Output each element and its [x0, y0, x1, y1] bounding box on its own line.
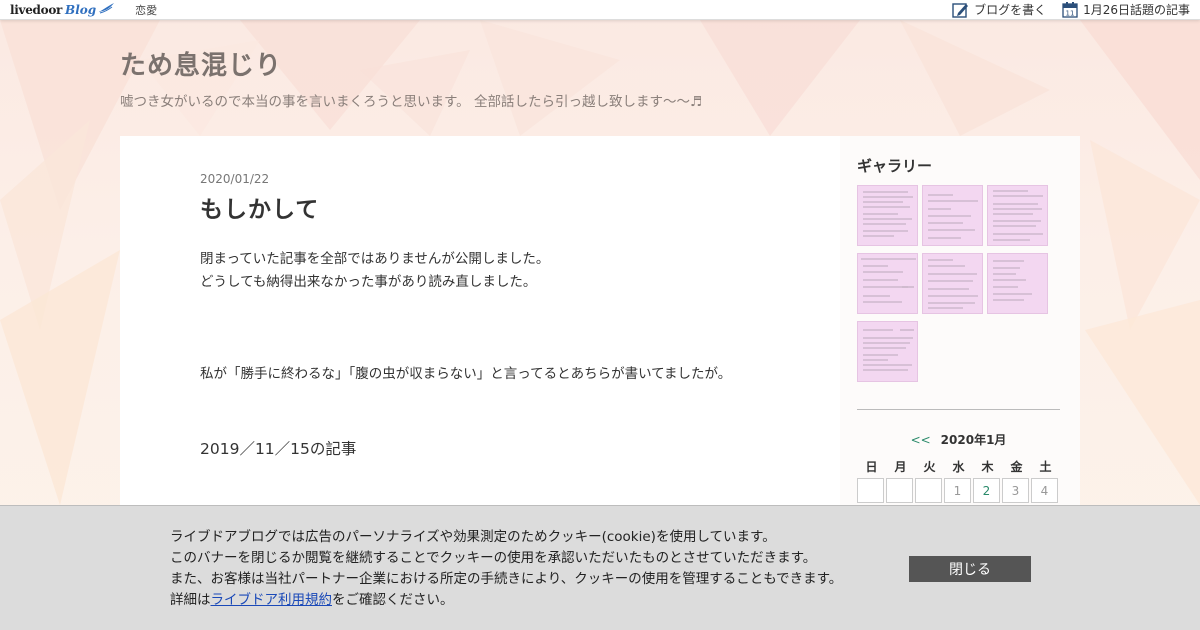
- bird-icon: [97, 2, 115, 17]
- terms-of-use-link[interactable]: ライブドア利用規約: [211, 592, 333, 608]
- livedoor-blog-logo[interactable]: livedoor Blog: [10, 0, 115, 20]
- post-date: 2020/01/22: [200, 172, 270, 186]
- weekday-label: 火: [923, 460, 936, 474]
- gallery-thumbnail[interactable]: [857, 185, 918, 246]
- write-blog-link[interactable]: ブログを書く: [952, 1, 1046, 18]
- logo-livedoor-text: livedoor: [10, 2, 63, 17]
- cookie-line: ライブドアブログでは広告のパーソナライズや効果測定のためクッキー(cookie)…: [170, 529, 776, 545]
- cookie-line: このバナーを閉じるか閲覧を継続することでクッキーの使用を承認いただいたものとさせ…: [170, 550, 817, 566]
- close-banner-button[interactable]: 閉じる: [909, 556, 1031, 582]
- category-link[interactable]: 恋愛: [135, 2, 157, 18]
- post-subheading: 2019／11／15の記事: [200, 440, 357, 458]
- cookie-details-prefix: 詳細は: [170, 592, 211, 608]
- calendar: 日 月 火 水 木 金 土 1 2 3 4: [857, 458, 1060, 503]
- weekday-label: 日: [865, 460, 878, 474]
- cookie-details-suffix: をご確認ください。: [332, 592, 454, 608]
- pencil-note-icon: [952, 2, 969, 18]
- weekday-label: 水: [952, 460, 965, 474]
- calendar-day-empty: [857, 478, 884, 503]
- blog-title[interactable]: ため息混じり: [120, 45, 282, 82]
- gallery-thumbnail[interactable]: [857, 253, 918, 314]
- calendar-day-empty: [886, 478, 913, 503]
- top-navigation-bar: livedoor Blog 恋愛 ブログを書く 11 1月26日話題の記事: [0, 0, 1200, 20]
- calendar-day-empty: [915, 478, 942, 503]
- post-paragraph: 閉まっていた記事を全部ではありませんが公開しました。: [200, 251, 550, 267]
- weekday-label: 土: [1039, 460, 1052, 474]
- sidebar-divider: [857, 409, 1060, 410]
- calendar-prev-month-link[interactable]: <<: [911, 433, 931, 447]
- write-blog-label: ブログを書く: [974, 3, 1047, 17]
- calendar-weekday-row: 日 月 火 水 木 金 土: [857, 458, 1060, 478]
- calendar-day-link[interactable]: 2: [973, 478, 1000, 503]
- cookie-banner: ライブドアブログでは広告のパーソナライズや効果測定のためクッキー(cookie)…: [0, 505, 1200, 630]
- gallery-thumbnail[interactable]: [987, 185, 1048, 246]
- calendar-icon: 11: [1062, 1, 1078, 18]
- post-body: 閉まっていた記事を全部ではありませんが公開しました。 どうしても納得出来なかった…: [200, 248, 745, 461]
- calendar-header: << 2020年1月: [857, 431, 1060, 448]
- cookie-line: また、お客様は当社パートナー企業における所定の手続きにより、クッキーの使用を管理…: [170, 571, 843, 587]
- post-paragraph: 私が「勝手に終わるな」「腹の虫が収まらない」と言ってるとあちらが書いてましたが。: [200, 366, 732, 382]
- gallery-title: ギャラリー: [857, 157, 933, 175]
- logo-blog-text: Blog: [65, 2, 97, 17]
- post-title[interactable]: もしかして: [200, 190, 319, 224]
- calendar-month-label: 2020年1月: [940, 433, 1007, 447]
- calendar-day: 3: [1002, 478, 1029, 503]
- topic-articles-link[interactable]: 11 1月26日話題の記事: [1062, 1, 1190, 18]
- gallery-thumbnail[interactable]: [857, 321, 918, 382]
- calendar-week-row: 1 2 3 4: [857, 478, 1060, 503]
- topic-articles-label: 1月26日話題の記事: [1083, 3, 1190, 17]
- cookie-message: ライブドアブログでは広告のパーソナライズや効果測定のためクッキー(cookie)…: [170, 527, 890, 611]
- cookie-line: 詳細はライブドア利用規約をご確認ください。: [170, 590, 890, 611]
- calendar-day: 1: [944, 478, 971, 503]
- gallery-thumbnail[interactable]: [987, 253, 1048, 314]
- weekday-label: 木: [981, 460, 994, 474]
- calendar-icon-day: 11: [1066, 10, 1075, 18]
- gallery-thumbnail[interactable]: [922, 253, 983, 314]
- gallery-thumbnail[interactable]: [922, 185, 983, 246]
- post-paragraph: どうしても納得出来なかった事があり読み直しました。: [200, 274, 537, 290]
- weekday-label: 月: [894, 460, 907, 474]
- blog-description: 嘘つき女がいるので本当の事を言いまくろうと思います。 全部話したら引っ越し致しま…: [120, 94, 703, 110]
- calendar-day: 4: [1031, 478, 1058, 503]
- weekday-label: 金: [1010, 460, 1023, 474]
